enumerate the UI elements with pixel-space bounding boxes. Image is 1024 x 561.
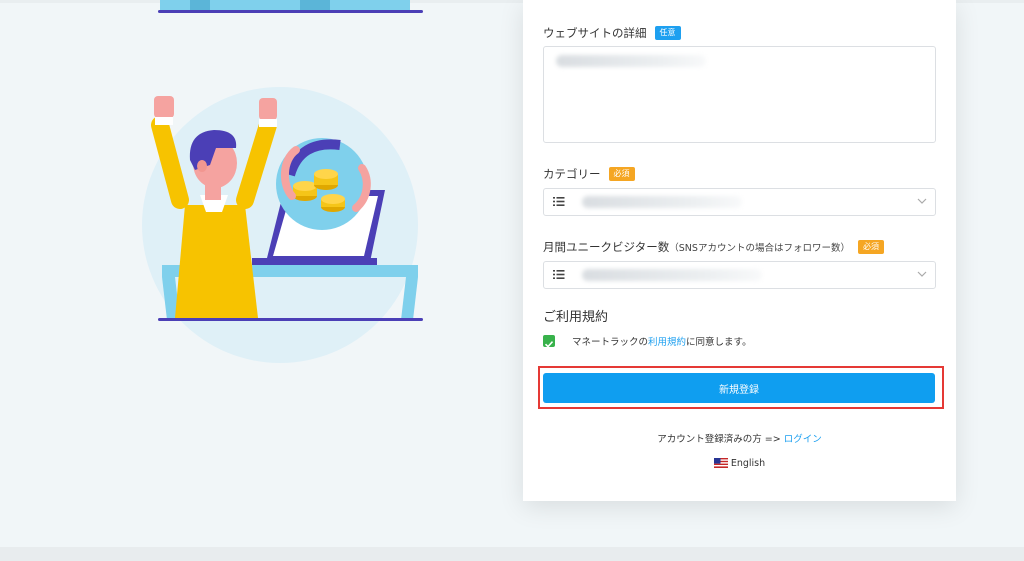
terms-title: ご利用規約 (543, 310, 609, 325)
website-details-textarea[interactable] (543, 46, 936, 143)
monthly-visitors-label: 月間ユニークビジター数（SNSアカウントの場合はフォロワー数） 必須 (543, 239, 884, 255)
monthly-visitors-select[interactable] (543, 261, 936, 289)
monthly-visitors-value (582, 269, 762, 281)
terms-checkbox[interactable] (543, 335, 555, 348)
optional-badge: 任意 (654, 26, 681, 40)
terms-link[interactable]: 利用規約 (648, 337, 686, 348)
language-switch[interactable]: English (523, 458, 956, 469)
required-badge: 必須 (608, 167, 635, 181)
terms-agree-text: マネートラックの利用規約に同意します。 (572, 337, 752, 348)
login-prompt: アカウント登録済みの方 => ログイン (657, 434, 822, 445)
us-flag-icon (713, 458, 728, 468)
check-icon (544, 341, 554, 348)
category-label: カテゴリー 必須 (543, 166, 635, 182)
login-link[interactable]: ログイン (784, 434, 822, 445)
signup-form-card: ウェブサイトの詳細 任意 カテゴリー 必須 月間ユニークビジター数（SNSアカウ… (523, 0, 956, 501)
chevron-down-icon (917, 271, 927, 277)
category-select[interactable] (543, 188, 936, 216)
register-button[interactable]: 新規登録 (543, 373, 935, 403)
list-icon (553, 270, 565, 279)
website-details-label: ウェブサイトの詳細 任意 (543, 25, 681, 41)
page-footer-band (0, 547, 1024, 561)
chevron-down-icon (917, 198, 927, 204)
required-badge: 必須 (857, 240, 884, 254)
category-value (582, 196, 742, 208)
signup-illustration (142, 0, 423, 363)
list-icon (553, 197, 565, 206)
